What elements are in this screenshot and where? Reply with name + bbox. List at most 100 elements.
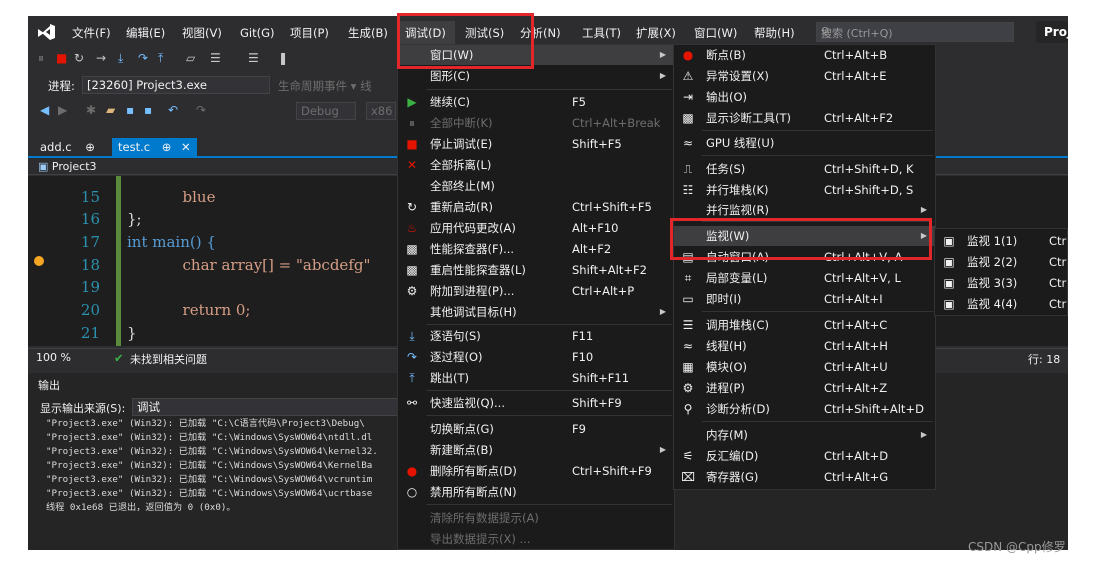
menu-edit[interactable]: 编辑(E) bbox=[126, 25, 165, 41]
pause-icon[interactable]: ⏸ bbox=[38, 51, 44, 66]
project-scope-label: Project3 bbox=[51, 160, 97, 173]
menu-item-break-all[interactable]: ⏸ 全部中断(K) Ctrl+Alt+Break bbox=[398, 113, 674, 133]
project-scope-dropdown[interactable]: ▣ Project3 bbox=[38, 160, 97, 173]
menu-window[interactable]: 窗口(W) bbox=[694, 25, 737, 41]
tab-test-c[interactable]: test.c ⊕ ✕ bbox=[112, 138, 197, 156]
menu-item-delete-all-breakpoints[interactable]: ● 删除所有断点(D) Ctrl+Shift+F9 bbox=[398, 461, 674, 481]
bookmark-icon[interactable]: ❚ bbox=[278, 51, 288, 65]
menu-file[interactable]: 文件(F) bbox=[72, 25, 111, 41]
thread-icon[interactable]: ☰ bbox=[210, 51, 221, 65]
menu-item-attach-to-process[interactable]: ⚙ 附加到进程(P)... Ctrl+Alt+P bbox=[398, 281, 674, 301]
menu-item-exception-settings[interactable]: ⚠ 异常设置(X) Ctrl+Alt+E bbox=[674, 66, 935, 86]
menu-item-apply-code-changes[interactable]: ♨ 应用代码更改(A) Alt+F10 bbox=[398, 218, 674, 238]
menu-item-graphics[interactable]: 图形(C) ▶ bbox=[398, 66, 674, 86]
new-project-icon[interactable]: ✱ bbox=[86, 103, 96, 117]
stop-icon[interactable]: ■ bbox=[56, 51, 67, 65]
open-folder-icon[interactable]: ▰ bbox=[106, 103, 115, 117]
menu-item-modules[interactable]: ▦ 模块(O) Ctrl+Alt+U bbox=[674, 357, 935, 377]
flame-icon: ♨ bbox=[406, 221, 418, 235]
menu-item-disassembly[interactable]: ⚟ 反汇编(D) Ctrl+Alt+D bbox=[674, 446, 935, 466]
menu-item-memory[interactable]: 内存(M) ▶ bbox=[674, 425, 935, 445]
breakpoint-icon[interactable] bbox=[34, 256, 44, 266]
menu-item-new-breakpoint[interactable]: 新建断点(B) ▶ bbox=[398, 440, 674, 460]
menu-item-step-into[interactable]: ⤓ 逐语句(S) F11 bbox=[398, 326, 674, 346]
menu-item-detach-all[interactable]: ✕ 全部拆离(L) bbox=[398, 155, 674, 175]
step-out-icon[interactable]: ⤒ bbox=[158, 51, 163, 66]
forward-icon[interactable]: ▶ bbox=[58, 103, 67, 117]
menu-item-parallel-watch[interactable]: 并行监视(R) ▶ bbox=[674, 200, 935, 220]
menu-item-step-out[interactable]: ⤒ 跳出(T) Shift+F11 bbox=[398, 368, 674, 388]
menu-build[interactable]: 生成(B) bbox=[348, 25, 388, 41]
menu-item-quick-watch[interactable]: ⚯ 快速监视(Q)... Shift+F9 bbox=[398, 393, 674, 413]
menu-item-watch-4[interactable]: ▣ 监视 4(4) Ctr bbox=[935, 294, 1067, 314]
save-icon[interactable]: ▪ bbox=[126, 103, 134, 117]
menu-item-export-data-tips[interactable]: 导出数据提示(X) ... bbox=[398, 529, 674, 549]
menu-item-output[interactable]: ⇥ 输出(O) bbox=[674, 87, 935, 107]
menu-project[interactable]: 项目(P) bbox=[290, 25, 329, 41]
menu-item-relaunch-profiler[interactable]: ▩ 重启性能探查器(L) Shift+Alt+F2 bbox=[398, 260, 674, 280]
zoom-level[interactable]: 100 % bbox=[36, 351, 71, 364]
back-icon[interactable]: ◀ bbox=[40, 103, 49, 117]
issues-status[interactable]: 未找到相关问题 bbox=[130, 351, 207, 367]
menu-item-restart[interactable]: ↻ 重新启动(R) Ctrl+Shift+F5 bbox=[398, 197, 674, 217]
menu-item-step-over[interactable]: ↷ 逐过程(O) F10 bbox=[398, 347, 674, 367]
step-into-icon[interactable]: ⤓ bbox=[118, 51, 123, 66]
step-over-icon[interactable]: ↷ bbox=[138, 51, 148, 65]
menu-item-locals[interactable]: ⌗ 局部变量(L) Ctrl+Alt+V, L bbox=[674, 268, 935, 288]
search-box[interactable]: 搜索 (Ctrl+Q) ⚲ bbox=[816, 22, 1014, 42]
menu-item-diagnostic-tools[interactable]: ▩ 显示诊断工具(T) Ctrl+Alt+F2 bbox=[674, 108, 935, 128]
menu-item-toggle-breakpoint[interactable]: 切换断点(G) F9 bbox=[398, 419, 674, 439]
gear-icon: ⚙ bbox=[406, 284, 418, 298]
menu-extensions[interactable]: 扩展(X) bbox=[636, 25, 676, 41]
menu-item-other-debug-targets[interactable]: 其他调试目标(H) ▶ bbox=[398, 302, 674, 322]
code-line: blue bbox=[173, 188, 216, 206]
hex-icon[interactable]: ▱ bbox=[186, 51, 195, 65]
undo-icon[interactable]: ↶ bbox=[168, 103, 178, 117]
menu-item-breakpoints[interactable]: ● 断点(B) Ctrl+Alt+B bbox=[674, 45, 935, 65]
menu-item-stop-debugging[interactable]: ■ 停止调试(E) Shift+F5 bbox=[398, 134, 674, 154]
tab-add-c[interactable]: add.c ⊕ bbox=[34, 138, 101, 156]
menu-item-immediate[interactable]: ▭ 即时(I) Ctrl+Alt+I bbox=[674, 289, 935, 309]
menu-view[interactable]: 视图(V) bbox=[182, 25, 222, 41]
menu-item-terminate-all[interactable]: 全部终止(M) bbox=[398, 176, 674, 196]
menu-help[interactable]: 帮助(H) bbox=[754, 25, 795, 41]
show-next-statement-icon[interactable]: → bbox=[96, 51, 106, 65]
processes-icon: ⚙ bbox=[682, 381, 694, 395]
pin-icon[interactable]: ⊕ bbox=[85, 140, 95, 154]
process-select[interactable]: [23260] Project3.exe bbox=[82, 76, 270, 94]
menu-item-continue[interactable]: ▶ 继续(C) F5 bbox=[398, 92, 674, 112]
project-name-badge: Proj bbox=[1036, 21, 1068, 43]
exception-icon: ⚠ bbox=[682, 69, 694, 83]
menu-item-call-stack[interactable]: ☰ 调用堆栈(C) Ctrl+Alt+C bbox=[674, 315, 935, 335]
redo-icon[interactable]: ↷ bbox=[196, 103, 206, 117]
menu-item-clear-data-tips[interactable]: 清除所有数据提示(A) bbox=[398, 508, 674, 528]
menu-tools[interactable]: 工具(T) bbox=[582, 25, 621, 41]
menu-item-disable-all-breakpoints[interactable]: ○ 禁用所有断点(N) bbox=[398, 482, 674, 502]
menu-item-parallel-stacks[interactable]: ☷ 并行堆栈(K) Ctrl+Shift+D, S bbox=[674, 180, 935, 200]
code-line: char array[] = "abcdefg" bbox=[173, 256, 371, 274]
lifecycle-events-label[interactable]: 生命周期事件 ▾ 线 bbox=[278, 78, 372, 94]
menu-item-processes[interactable]: ⚙ 进程(P) Ctrl+Alt+Z bbox=[674, 378, 935, 398]
menu-item-watch-1[interactable]: ▣ 监视 1(1) Ctr bbox=[935, 231, 1067, 251]
menu-item-registers[interactable]: ⌧ 寄存器(G) Ctrl+Alt+G bbox=[674, 467, 935, 487]
line-indicator: 行: 18 bbox=[1028, 353, 1061, 366]
menu-item-tasks[interactable]: ⎍ 任务(S) Ctrl+Shift+D, K bbox=[674, 159, 935, 179]
menu-item-watch-3[interactable]: ▣ 监视 3(3) Ctr bbox=[935, 273, 1067, 293]
comment-icon[interactable]: ☰ bbox=[248, 51, 259, 65]
line-number: 15 bbox=[80, 188, 100, 206]
close-icon[interactable]: ✕ bbox=[181, 140, 191, 154]
pin-icon[interactable]: ⊕ bbox=[162, 140, 172, 154]
restart-icon[interactable]: ↻ bbox=[74, 51, 84, 65]
menu-item-diagnostic-analysis[interactable]: ⚲ 诊断分析(D) Ctrl+Shift+Alt+D bbox=[674, 399, 935, 419]
menu-git[interactable]: Git(G) bbox=[240, 25, 275, 41]
watermark: CSDN @Cpp修罗 bbox=[968, 540, 1066, 554]
menu-item-threads[interactable]: ≈ 线程(H) Ctrl+Alt+H bbox=[674, 336, 935, 356]
platform-select[interactable]: x86 bbox=[366, 102, 396, 120]
menu-item-gpu-threads[interactable]: ≈ GPU 线程(U) bbox=[674, 133, 935, 153]
configuration-select[interactable]: Debug bbox=[296, 102, 356, 120]
menu-item-watch-2[interactable]: ▣ 监视 2(2) Ctr bbox=[935, 252, 1067, 272]
call-stack-icon: ☰ bbox=[682, 318, 694, 332]
save-all-icon[interactable]: ▪ bbox=[144, 103, 152, 117]
menu-item-performance-profiler[interactable]: ▩ 性能探查器(F)... Alt+F2 bbox=[398, 239, 674, 259]
output-source-select[interactable]: 调试 bbox=[132, 398, 402, 416]
